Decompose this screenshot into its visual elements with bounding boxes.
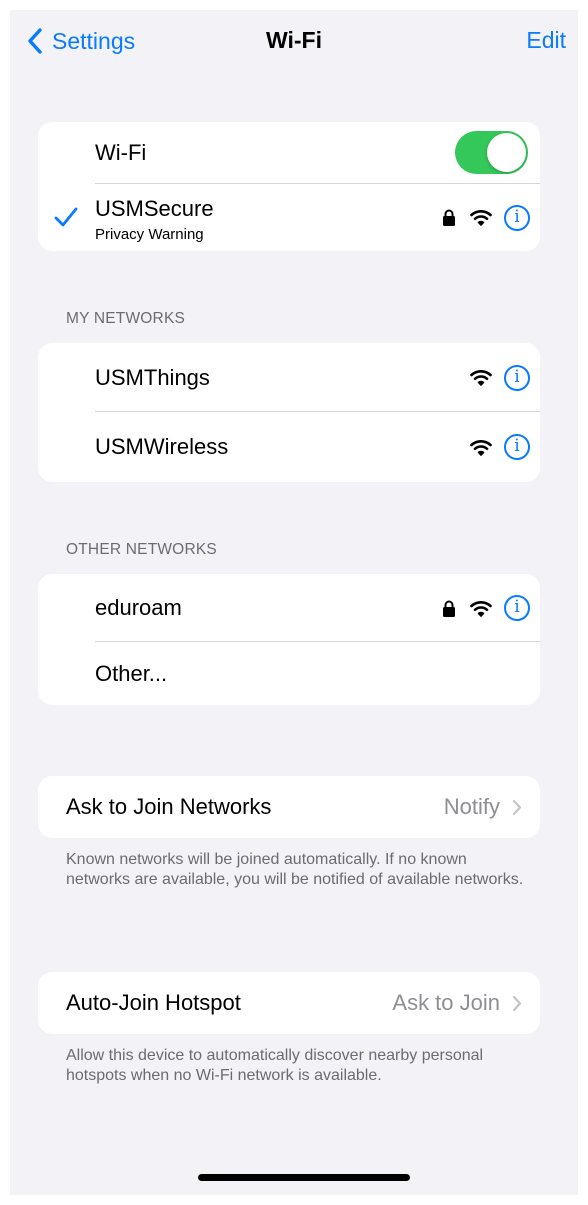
list-item[interactable]: USMWireless i [38,412,540,482]
wifi-toggle-label: Wi-Fi [95,140,147,165]
auto-join-group: Auto-Join Hotspot Ask to Join [38,972,540,1034]
lock-icon [443,209,455,226]
chevron-right-icon [512,799,522,815]
checkmark-icon [54,207,78,227]
network-status-icons: i [442,595,530,621]
ask-to-join-row[interactable]: Ask to Join Networks Notify [38,776,540,838]
wifi-signal-icon [470,370,492,386]
my-networks-header: MY NETWORKS [66,310,186,327]
auto-join-footnote: Allow this device to automatically disco… [66,1047,484,1084]
network-status-icons: i [442,204,530,231]
wifi-toggle-row: Wi-Fi [38,122,540,184]
info-icon[interactable]: i [504,364,530,391]
network-name: USMThings [95,364,210,390]
network-name: USMWireless [95,434,229,459]
list-item[interactable]: USMThings i [38,343,540,412]
ask-to-join-value-text: Notify [443,794,500,819]
wifi-signal-icon [470,600,492,617]
other-network-row[interactable]: Other... [38,642,540,705]
other-network-label: Other... [95,660,168,686]
auto-join-value-text: Ask to Join [392,990,500,1015]
network-name: eduroam [95,595,182,620]
wifi-settings-screen: Settings Wi-Fi Edit Wi-Fi USMSecure Priv… [10,10,578,1195]
connected-network-row[interactable]: USMSecure Privacy Warning i [38,184,540,251]
network-status-icons: i [470,364,530,391]
edit-button[interactable]: Edit [526,27,566,54]
auto-join-row[interactable]: Auto-Join Hotspot Ask to Join [38,972,540,1034]
network-status-icons: i [470,434,530,460]
privacy-warning-label: Privacy Warning [95,226,204,243]
ask-to-join-footnote: Known networks will be joined automatica… [66,851,524,888]
lock-icon [443,600,455,617]
auto-join-label: Auto-Join Hotspot [66,990,241,1015]
list-item[interactable]: eduroam i [38,574,540,642]
navigation-bar: Settings Wi-Fi Edit [10,10,578,70]
wifi-signal-icon [470,439,492,456]
info-icon[interactable]: i [504,434,530,460]
other-networks-group: eduroam i Other... [38,574,540,705]
ask-to-join-value[interactable]: Notify [444,794,522,820]
connected-network-name: USMSecure [95,196,214,221]
ask-to-join-group: Ask to Join Networks Notify [38,776,540,838]
wifi-signal-icon [470,210,492,226]
info-icon[interactable]: i [504,204,530,231]
my-networks-group: USMThings i USMWireless i [38,343,540,482]
wifi-group: Wi-Fi USMSecure Privacy Warning i [38,122,540,251]
toggle-knob [487,133,526,172]
other-networks-header: OTHER NETWORKS [66,541,217,558]
auto-join-value[interactable]: Ask to Join [392,990,522,1016]
chevron-right-icon [512,995,522,1011]
wifi-toggle-switch[interactable] [455,131,528,174]
page-title: Wi-Fi [266,27,322,53]
ask-to-join-label: Ask to Join Networks [66,794,272,819]
info-icon[interactable]: i [504,595,530,621]
home-indicator[interactable] [198,1174,410,1181]
